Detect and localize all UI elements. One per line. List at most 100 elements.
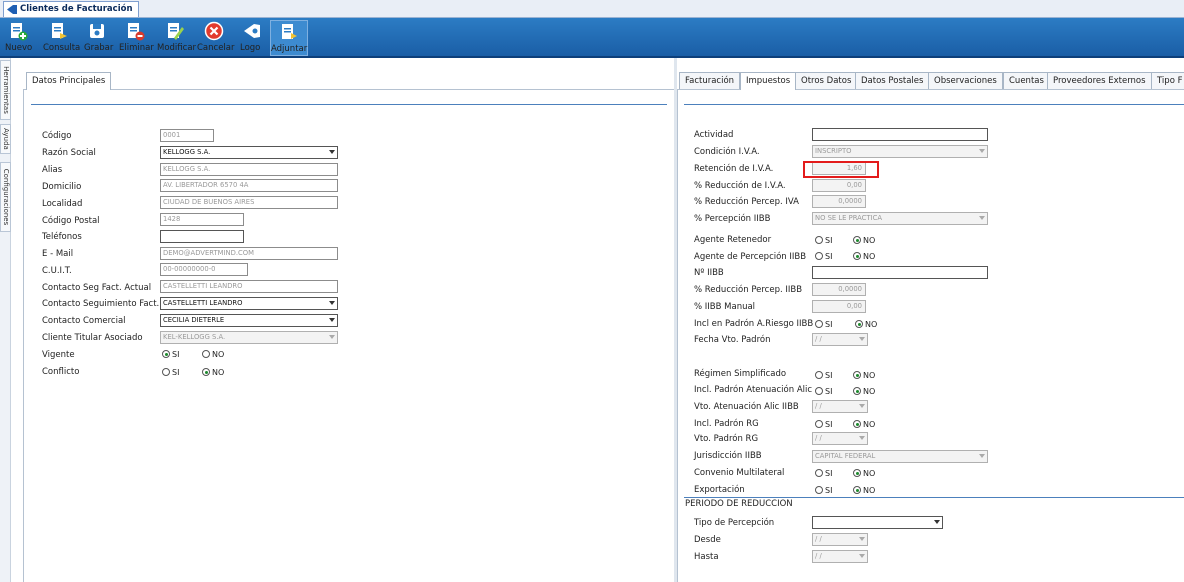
right-divider — [684, 104, 1184, 105]
modificar-button[interactable]: Modificar — [157, 20, 197, 56]
exportacion-si-radio[interactable]: SI — [815, 486, 832, 495]
desde-value: / / — [815, 535, 822, 543]
contacto-comercial-select[interactable]: CECILIA DIETERLE — [160, 314, 338, 327]
email-label: E - Mail — [42, 249, 74, 259]
condicion-iva-select[interactable]: INSCRIPTO — [812, 145, 988, 158]
cuit-field[interactable]: 00-00000000-0 — [160, 263, 248, 276]
codigo-postal-field[interactable]: 1428 — [160, 213, 244, 226]
modificar-label: Modificar — [157, 43, 197, 53]
fecha-vto-padron-field[interactable]: / / — [812, 333, 868, 346]
radio-checked-icon — [853, 236, 861, 244]
side-tab-herramientas[interactable]: Herramientas — [0, 60, 11, 120]
conflicto-si-radio[interactable]: SI — [162, 368, 179, 377]
chevron-down-icon — [859, 337, 865, 341]
condicion-iva-label: Condición I.V.A. — [694, 147, 760, 157]
agente-retenedor-no-radio[interactable]: NO — [853, 236, 875, 245]
logo-button[interactable]: Logo — [240, 20, 264, 56]
radio-checked-icon — [855, 320, 863, 328]
cancelar-button[interactable]: Cancelar — [197, 20, 235, 56]
vigente-no-radio[interactable]: NO — [202, 350, 224, 359]
title-bar: Clientes de Facturación — [0, 0, 1184, 18]
razon-social-label: Razón Social — [42, 148, 96, 158]
alias-field[interactable]: KELLOGG S.A. — [160, 163, 338, 176]
reduccion-iva-field[interactable]: 0,00 — [812, 179, 866, 192]
convenio-no-radio[interactable]: NO — [853, 469, 875, 478]
convenio-si-radio[interactable]: SI — [815, 469, 832, 478]
radio-unchecked-icon — [815, 387, 823, 395]
conflicto-label: Conflicto — [42, 367, 80, 377]
agente-retenedor-si-radio[interactable]: SI — [815, 236, 832, 245]
incl-padron-riesgo-si-label: SI — [825, 320, 833, 329]
incl-padron-atenuacion-si-radio[interactable]: SI — [815, 387, 832, 396]
tab-proveedores-externos[interactable]: Proveedores Externos — [1047, 72, 1152, 89]
domicilio-field[interactable]: AV. LIBERTADOR 6570 4A — [160, 179, 338, 192]
tab-otros-datos[interactable]: Otros Datos — [795, 72, 858, 89]
radio-checked-icon — [853, 252, 861, 260]
vto-padron-rg-field[interactable]: / / — [812, 432, 868, 445]
radio-unchecked-icon — [815, 420, 823, 428]
radio-checked-icon — [162, 350, 170, 358]
reduccion-percep-iibb-field[interactable]: 0,0000 — [812, 283, 866, 296]
percepcion-iibb-label: % Percepción IIBB — [694, 214, 771, 224]
contacto-seguimiento-select[interactable]: CASTELLETTI LEANDRO — [160, 297, 338, 310]
tab-cuentas[interactable]: Cuentas — [1003, 72, 1050, 89]
razon-social-value: KELLOGG S.A. — [163, 148, 211, 156]
incl-padron-rg-no-radio[interactable]: NO — [853, 420, 875, 429]
regimen-simplificado-si-label: SI — [825, 371, 833, 380]
agente-percepcion-no-radio[interactable]: NO — [853, 252, 875, 261]
tab-facturacion[interactable]: Facturación — [679, 72, 741, 89]
side-tab-ayuda[interactable]: Ayuda — [0, 124, 11, 154]
tab-datos-principales[interactable]: Datos Principales — [26, 72, 112, 90]
eliminar-button[interactable]: Eliminar — [119, 20, 154, 56]
window-tab[interactable]: Clientes de Facturación — [3, 1, 139, 17]
tab-observaciones[interactable]: Observaciones — [928, 72, 1003, 89]
logo-icon — [244, 24, 260, 38]
codigo-field[interactable]: 0001 — [160, 129, 214, 142]
iibb-manual-field[interactable]: 0,00 — [812, 300, 866, 313]
vto-atenuacion-field[interactable]: / / — [812, 400, 868, 413]
localidad-field[interactable]: CIUDAD DE BUENOS AIRES — [160, 196, 338, 209]
side-tab-configuraciones[interactable]: Configuraciones — [0, 162, 11, 232]
exportacion-no-radio[interactable]: NO — [853, 486, 875, 495]
incl-padron-atenuacion-no-radio[interactable]: NO — [853, 387, 875, 396]
tipo-percepcion-select[interactable] — [812, 516, 943, 529]
chevron-down-icon — [329, 335, 335, 339]
cliente-titular-select[interactable]: KEL-KELLOGG S.A. — [160, 331, 338, 344]
incl-padron-riesgo-si-radio[interactable]: SI — [815, 320, 832, 329]
razon-social-select[interactable]: KELLOGG S.A. — [160, 146, 338, 159]
tab-cuentas-label: Cuentas — [1009, 76, 1044, 86]
regimen-simplificado-si-radio[interactable]: SI — [815, 371, 832, 380]
telefonos-label: Teléfonos — [42, 232, 82, 242]
nuevo-button[interactable]: Nuevo — [5, 20, 32, 56]
agente-percepcion-si-radio[interactable]: SI — [815, 252, 832, 261]
incl-padron-rg-si-radio[interactable]: SI — [815, 420, 832, 429]
chevron-down-icon — [859, 404, 865, 408]
contacto-seg-actual-field[interactable]: CASTELLETTI LEANDRO — [160, 280, 338, 293]
chevron-down-icon — [979, 454, 985, 458]
adjuntar-label: Adjuntar — [271, 44, 308, 54]
window-tab-label: Clientes de Facturación — [20, 4, 133, 14]
tab-tipo-f[interactable]: Tipo F — [1151, 72, 1184, 89]
email-field[interactable]: DEMO@ADVERTMIND.COM — [160, 247, 338, 260]
jurisdiccion-select[interactable]: CAPITAL FEDERAL — [812, 450, 988, 463]
actividad-field[interactable] — [812, 128, 988, 141]
consulta-button[interactable]: Consulta — [43, 20, 80, 56]
desde-field[interactable]: / / — [812, 533, 868, 546]
percepcion-iibb-select[interactable]: NO SE LE PRACTICA — [812, 212, 988, 225]
tab-datos-principales-label: Datos Principales — [32, 76, 106, 86]
adjuntar-button[interactable]: Adjuntar — [270, 20, 308, 56]
telefonos-field[interactable] — [160, 230, 244, 243]
hasta-field[interactable]: / / — [812, 550, 868, 563]
contacto-seg-actual-label: Contacto Seg Fact. Actual — [42, 283, 152, 293]
tab-datos-postales[interactable]: Datos Postales — [855, 72, 930, 89]
vigente-si-radio[interactable]: SI — [162, 350, 179, 359]
nro-iibb-field[interactable] — [812, 266, 988, 279]
tab-impuestos[interactable]: Impuestos — [740, 72, 797, 90]
grabar-button[interactable]: Grabar — [84, 20, 113, 56]
chevron-down-icon — [934, 520, 940, 524]
radio-unchecked-icon — [162, 368, 170, 376]
reduccion-percep-iva-field[interactable]: 0,0000 — [812, 195, 866, 208]
conflicto-no-radio[interactable]: NO — [202, 368, 224, 377]
regimen-simplificado-no-radio[interactable]: NO — [853, 371, 875, 380]
incl-padron-riesgo-no-radio[interactable]: NO — [855, 320, 877, 329]
